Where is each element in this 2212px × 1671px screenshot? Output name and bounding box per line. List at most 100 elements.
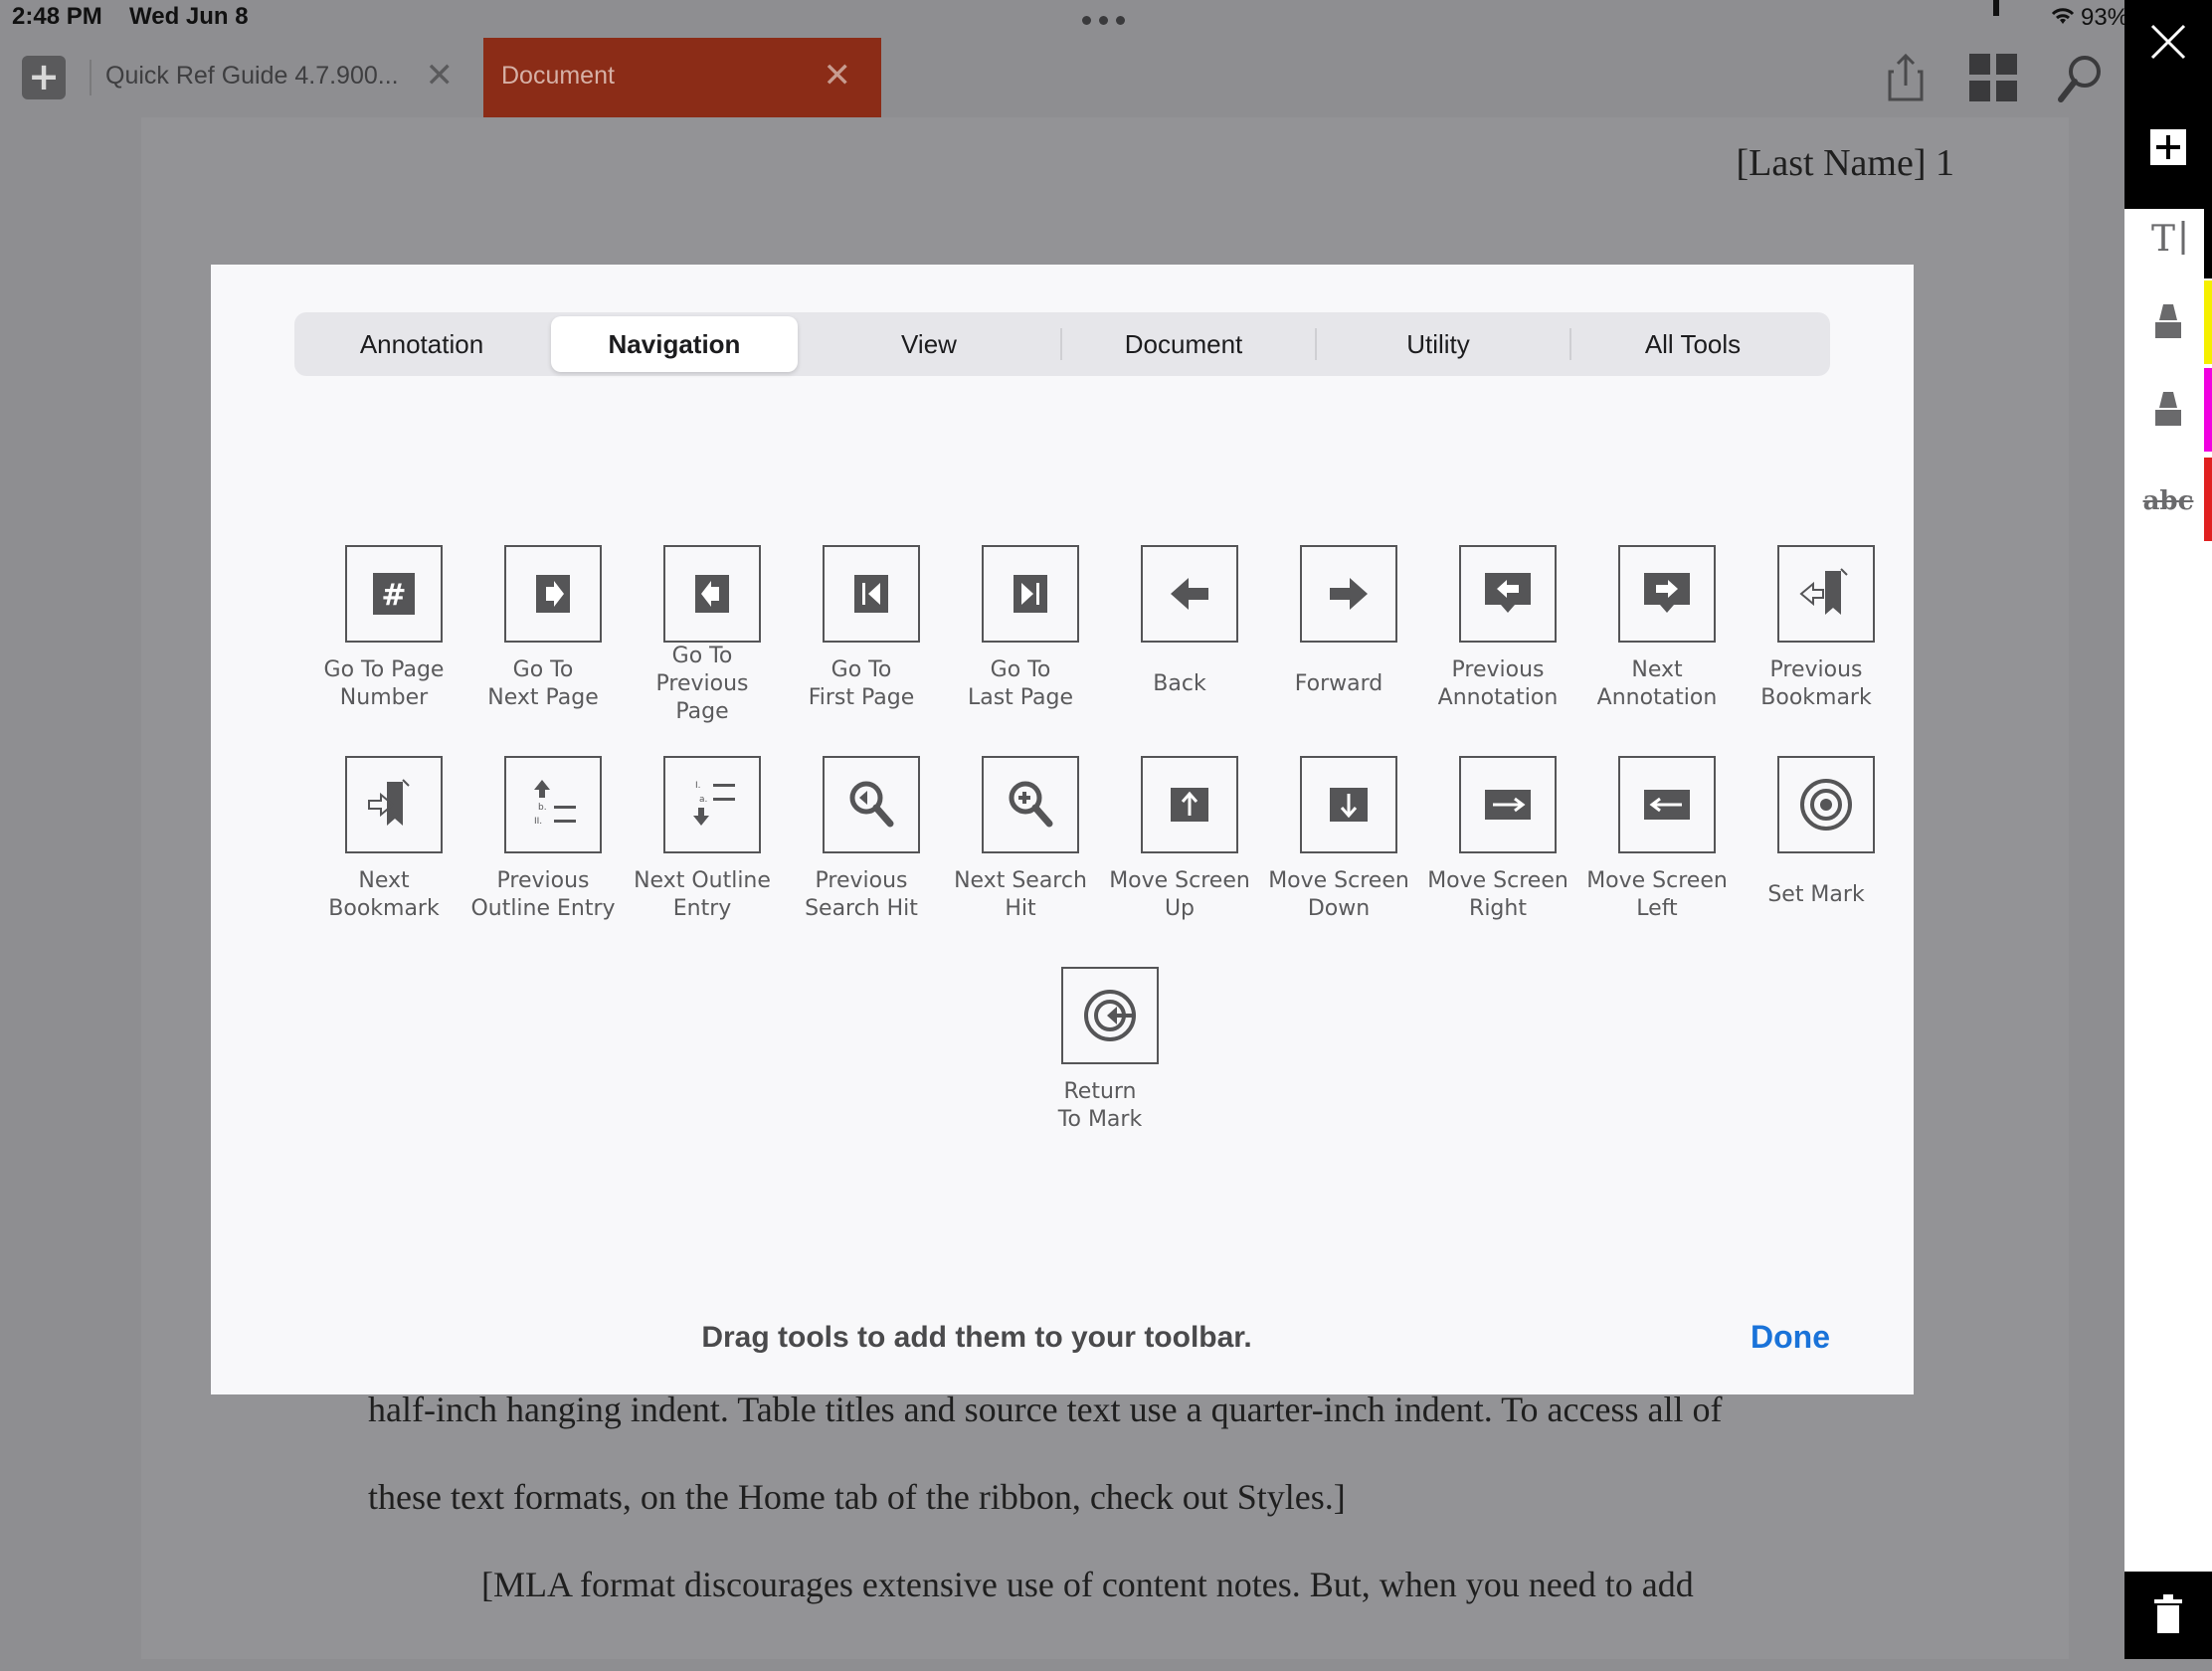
close-icon[interactable] bbox=[2124, 20, 2212, 99]
tool-label-line: Move Screen bbox=[1268, 868, 1409, 893]
tool-label-line: Go To bbox=[830, 657, 892, 682]
tab-label: Quick Ref Guide 4.7.900... bbox=[105, 62, 399, 90]
previous-search-icon bbox=[823, 756, 920, 853]
document-line: these text formats, on the Home tab of t… bbox=[368, 1477, 1346, 1517]
tool-label: Next Annotation bbox=[1567, 656, 1747, 712]
tool-label: Move Screen Right bbox=[1408, 867, 1587, 923]
tool-label-line: Left bbox=[1636, 896, 1678, 921]
highlighter-icon[interactable] bbox=[2124, 386, 2212, 465]
tool-label-line: Next Search bbox=[954, 868, 1087, 893]
tool-set-mark[interactable]: Set Mark bbox=[1737, 756, 1896, 965]
tool-go-to-first-page[interactable]: Go To First Page bbox=[782, 545, 941, 754]
tool-move-screen-up[interactable]: Move Screen Up bbox=[1100, 756, 1259, 965]
tool-move-screen-left[interactable]: Move Screen Left bbox=[1577, 756, 1737, 965]
tool-label-line: Previous bbox=[496, 868, 590, 893]
tool-forward[interactable]: Forward bbox=[1259, 545, 1418, 754]
tab-quick-ref-guide[interactable]: Quick Ref Guide 4.7.900... ✕ bbox=[92, 38, 471, 117]
tool-label-line: Previous bbox=[1769, 657, 1863, 682]
color-swatch bbox=[2204, 458, 2212, 541]
tool-next-outline-entry[interactable]: I. a. Next Outline Entry bbox=[623, 756, 782, 965]
done-button[interactable]: Done bbox=[1751, 1319, 1830, 1356]
document-line: half-inch hanging indent. Table titles a… bbox=[368, 1390, 1723, 1429]
tool-label: Go To Last Page bbox=[931, 656, 1110, 712]
segment-view[interactable]: View bbox=[806, 316, 1052, 372]
tab-document[interactable]: Document ✕ bbox=[483, 38, 881, 117]
share-icon[interactable] bbox=[1878, 50, 1934, 105]
tool-label: Go To Previous Page bbox=[613, 643, 792, 726]
tool-back[interactable]: Back bbox=[1100, 545, 1259, 754]
new-tab-button[interactable]: + bbox=[22, 56, 66, 99]
tool-label: Move Screen Up bbox=[1090, 867, 1269, 923]
segment-annotation[interactable]: Annotation bbox=[298, 316, 545, 372]
close-icon[interactable]: ✕ bbox=[426, 56, 455, 95]
tool-label: Previous Annotation bbox=[1408, 656, 1587, 712]
indicator-icon bbox=[1993, 0, 1999, 16]
multitasking-dots-icon[interactable] bbox=[1082, 16, 1125, 25]
annotation-toolbar: T abc bbox=[2124, 0, 2212, 1659]
add-icon[interactable] bbox=[2124, 125, 2212, 205]
tab-bar: + Quick Ref Guide 4.7.900... ✕ Document … bbox=[0, 38, 2124, 117]
tool-return-to-mark[interactable]: Return To Mark bbox=[1020, 967, 1180, 1176]
tool-label: Next Outline Entry bbox=[613, 867, 792, 923]
segment-utility[interactable]: Utility bbox=[1315, 316, 1562, 372]
svg-text:T: T bbox=[2151, 219, 2175, 260]
color-swatch bbox=[2204, 280, 2212, 364]
page-number-icon: # bbox=[345, 545, 443, 643]
tool-go-to-next-page[interactable]: Go To Next Page bbox=[463, 545, 623, 754]
tool-label: Next Search Hit bbox=[931, 867, 1110, 923]
tool-label: Move Screen Left bbox=[1567, 867, 1747, 923]
tool-label-line: Go To Page bbox=[323, 657, 445, 682]
tool-previous-search-hit[interactable]: Previous Search Hit bbox=[782, 756, 941, 965]
close-icon[interactable]: ✕ bbox=[824, 56, 852, 95]
tool-label-line: Previous bbox=[815, 868, 908, 893]
search-icon[interactable] bbox=[2053, 50, 2109, 105]
target-icon bbox=[1777, 756, 1875, 853]
tool-label-line: Next bbox=[1631, 657, 1683, 682]
tool-move-screen-down[interactable]: Move Screen Down bbox=[1259, 756, 1418, 965]
drag-hint: Drag tools to add them to your toolbar. bbox=[701, 1321, 1252, 1354]
svg-text:I.: I. bbox=[695, 781, 701, 791]
tool-label-line: Set Mark bbox=[1767, 882, 1865, 907]
next-page-icon bbox=[504, 545, 602, 643]
tool-go-to-last-page[interactable]: Go To Last Page bbox=[941, 545, 1100, 754]
svg-text:a.: a. bbox=[699, 795, 707, 805]
tool-label-line: Bookmark bbox=[1760, 685, 1872, 710]
tool-label-line: Up bbox=[1164, 896, 1196, 921]
tool-label-line: Move Screen bbox=[1427, 868, 1568, 893]
segment-all-tools[interactable]: All Tools bbox=[1569, 316, 1816, 372]
tool-next-bookmark[interactable]: Next Bookmark bbox=[304, 756, 463, 965]
tool-previous-bookmark[interactable]: Previous Bookmark bbox=[1737, 545, 1896, 754]
tool-label-line: Forward bbox=[1294, 671, 1383, 696]
tool-label-line: Bookmark bbox=[328, 896, 440, 921]
tool-label: Forward bbox=[1249, 670, 1428, 698]
segment-document[interactable]: Document bbox=[1060, 316, 1307, 372]
last-page-icon bbox=[982, 545, 1079, 643]
strikethrough-icon[interactable]: abc bbox=[2124, 477, 2212, 557]
tool-label: Previous Search Hit bbox=[772, 867, 951, 923]
highlighter-icon[interactable] bbox=[2124, 298, 2212, 378]
tool-previous-annotation[interactable]: Previous Annotation bbox=[1418, 545, 1577, 754]
status-bar: 2:48 PM Wed Jun 8 93% bbox=[0, 0, 2192, 38]
document-line: [MLA format discourages extensive use of… bbox=[481, 1565, 1694, 1604]
segment-navigation[interactable]: Navigation bbox=[551, 316, 798, 372]
tool-label-line: Search Hit bbox=[805, 896, 918, 921]
tab-label: Document bbox=[501, 62, 615, 90]
text-tool-icon[interactable]: T bbox=[2124, 213, 2212, 292]
tool-next-annotation[interactable]: Next Annotation bbox=[1577, 545, 1737, 754]
next-search-icon bbox=[982, 756, 1079, 853]
tool-go-to-previous-page[interactable]: Go To Previous Page bbox=[623, 545, 782, 754]
tool-label-line: Go To bbox=[671, 644, 733, 668]
tool-label-line: Return bbox=[1063, 1079, 1137, 1104]
tool-go-to-page-number[interactable]: # Go To Page Number bbox=[304, 545, 463, 754]
grid-icon[interactable] bbox=[1965, 50, 2021, 105]
customize-toolbar-dialog: Annotation Navigation View Document Util… bbox=[211, 265, 1914, 1394]
next-outline-icon: I. a. bbox=[663, 756, 761, 853]
tool-next-search-hit[interactable]: Next Search Hit bbox=[941, 756, 1100, 965]
status-date: Wed Jun 8 bbox=[129, 3, 249, 30]
trash-icon[interactable] bbox=[2124, 1591, 2212, 1671]
svg-text:b.: b. bbox=[538, 803, 547, 813]
tool-move-screen-right[interactable]: Move Screen Right bbox=[1418, 756, 1577, 965]
move-right-icon bbox=[1459, 756, 1557, 853]
tool-previous-outline-entry[interactable]: b. II. Previous Outline Entry bbox=[463, 756, 623, 965]
tool-label-line: Go To bbox=[512, 657, 574, 682]
